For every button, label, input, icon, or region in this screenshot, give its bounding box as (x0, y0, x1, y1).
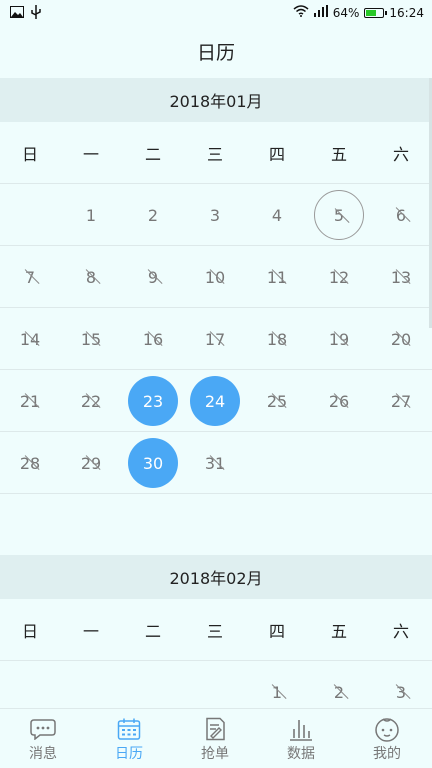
calendar-day-selected[interactable]: 23 (128, 376, 178, 426)
profile-icon (374, 717, 400, 742)
tab-messages[interactable]: 消息 (0, 709, 86, 768)
calendar-day[interactable]: 8 (66, 252, 116, 302)
order-icon (202, 717, 228, 741)
calendar-day[interactable]: 25 (252, 376, 302, 426)
tab-profile[interactable]: 我的 (344, 709, 430, 768)
calendar-day[interactable]: 6 (376, 190, 426, 240)
calendar-day[interactable]: 10 (190, 252, 240, 302)
tab-calendar[interactable]: 日历 (86, 709, 172, 768)
tab-label: 我的 (373, 746, 401, 762)
signal-icon (313, 5, 328, 20)
weekday-label: 五 (330, 145, 347, 164)
bottom-tab-bar: 消息 日历 抢单 数据 我的 (0, 708, 432, 767)
weekday-label: 六 (392, 622, 409, 641)
weekday-label: 六 (392, 145, 409, 164)
battery-percent: 64% (332, 5, 360, 20)
calendar-day[interactable]: 21 (5, 376, 55, 426)
weekday-label: 一 (82, 145, 99, 164)
clock: 16:24 (389, 5, 424, 20)
calendar-day[interactable]: 2 (128, 190, 178, 240)
weekday-label: 四 (268, 622, 285, 641)
page-title: 日历 (196, 41, 235, 64)
calendar-day[interactable]: 18 (252, 314, 302, 364)
calendar-day[interactable]: 3 (190, 190, 240, 240)
calendar-day[interactable]: 28 (5, 438, 55, 488)
calendar-day[interactable]: 12 (314, 252, 364, 302)
calendar-day[interactable]: 19 (314, 314, 364, 364)
month-header: 2018年01月 (0, 78, 432, 122)
battery-icon (364, 7, 388, 18)
usb-icon (30, 5, 42, 22)
calendar-day-selected[interactable]: 30 (128, 438, 178, 488)
calendar-day[interactable]: 9 (128, 252, 178, 302)
calendar-day-selected[interactable]: 24 (190, 376, 240, 426)
calendar-day[interactable]: 27 (376, 376, 426, 426)
tab-orders[interactable]: 抢单 (172, 709, 258, 768)
weekday-row: 日一二三四五六 (0, 122, 432, 184)
calendar-icon (116, 717, 142, 741)
calendar-day[interactable]: 22 (66, 376, 116, 426)
calendar-day[interactable]: 31 (190, 438, 240, 488)
weekday-label: 二 (144, 622, 161, 641)
calendar-day[interactable]: 16 (128, 314, 178, 364)
weekday-label: 日 (21, 145, 38, 164)
weekday-label: 五 (330, 622, 347, 641)
calendar-day[interactable]: 17 (190, 314, 240, 364)
wifi-icon (293, 5, 309, 20)
tab-label: 消息 (29, 746, 57, 762)
weekday-label: 日 (21, 622, 38, 641)
tab-label: 抢单 (201, 746, 229, 762)
month-header: 2018年02月 (0, 555, 432, 599)
calendar-day[interactable]: 5 (314, 190, 364, 240)
weekday-label: 一 (82, 622, 99, 641)
tab-label: 日历 (115, 746, 143, 762)
calendar-day[interactable]: 15 (66, 314, 116, 364)
calendar-day[interactable]: 14 (5, 314, 55, 364)
image-icon (10, 6, 24, 21)
weekday-row: 日一二三四五六 (0, 599, 432, 661)
calendar-day[interactable]: 4 (252, 190, 302, 240)
calendar-day[interactable]: 13 (376, 252, 426, 302)
calendar-day[interactable]: 1 (66, 190, 116, 240)
weekday-label: 四 (268, 145, 285, 164)
calendar-day[interactable]: 11 (252, 252, 302, 302)
weekday-label: 三 (206, 145, 223, 164)
status-bar: 64% 16:24 (0, 0, 432, 26)
calendar-day[interactable]: 29 (66, 438, 116, 488)
tab-label: 数据 (287, 746, 315, 762)
calendar-day[interactable]: 26 (314, 376, 364, 426)
weekday-label: 二 (144, 145, 161, 164)
chart-icon (288, 717, 314, 741)
message-icon (30, 717, 56, 741)
tab-data[interactable]: 数据 (258, 709, 344, 768)
calendar-day[interactable]: 20 (376, 314, 426, 364)
weekday-label: 三 (206, 622, 223, 641)
calendar-day[interactable]: 7 (5, 252, 55, 302)
